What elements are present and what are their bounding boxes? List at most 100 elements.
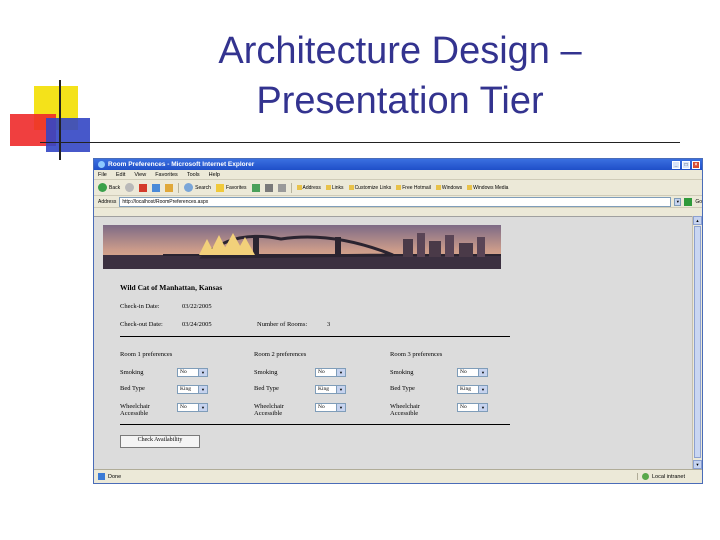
link-icon (435, 185, 441, 190)
favorites-label: Favorites (225, 184, 247, 191)
link-icon (396, 185, 402, 190)
room-2-wheelchair-label: Wheelchair Accessible (254, 403, 284, 417)
link-label: Address (302, 184, 321, 191)
mail-icon[interactable] (264, 183, 273, 192)
status-bar: Done Local intranet (94, 469, 702, 483)
rooms-value: 3 (327, 321, 331, 328)
menu-file[interactable]: File (98, 172, 107, 178)
chevron-down-icon: ▼ (478, 404, 487, 411)
room-2-bed-select[interactable]: King ▼ (315, 385, 346, 394)
home-icon[interactable] (165, 183, 174, 192)
toolbar-separator (178, 182, 180, 193)
window-title: Room Preferences - Microsoft Internet Ex… (108, 161, 255, 168)
room-2-smoking-select[interactable]: No ▼ (315, 368, 346, 377)
menu-edit[interactable]: Edit (116, 172, 125, 178)
select-value: No (318, 404, 325, 410)
page-viewport: Wild Cat of Manhattan, Kansas Check-in D… (94, 216, 694, 470)
checkout-label: Check-out Date: (120, 321, 163, 328)
scroll-up-icon[interactable]: ▲ (693, 216, 702, 225)
room-1-wheelchair-label: Wheelchair Accessible (120, 403, 150, 417)
minimize-button[interactable]: _ (672, 160, 680, 169)
room-3-wheelchair-select[interactable]: No ▼ (457, 403, 488, 412)
chevron-down-icon: ▼ (478, 369, 487, 376)
vertical-scrollbar[interactable]: ▲ ▼ (692, 216, 702, 469)
select-value: No (460, 404, 467, 410)
back-button[interactable]: Back (98, 183, 120, 192)
favorites-star-icon (215, 183, 224, 192)
menu-view[interactable]: View (134, 172, 146, 178)
checkout-value: 03/24/2005 (182, 321, 212, 328)
menu-favorites[interactable]: Favorites (155, 172, 178, 178)
link-item[interactable]: Free Hotmail (396, 185, 431, 191)
room-1-bed-select[interactable]: King ▼ (177, 385, 208, 394)
status-text: Done (108, 473, 122, 480)
search-label: Search (195, 184, 211, 191)
room-3-bed-select[interactable]: King ▼ (457, 385, 488, 394)
scroll-down-icon[interactable]: ▼ (693, 460, 702, 469)
chevron-down-icon[interactable]: ▼ (674, 197, 682, 206)
link-item[interactable]: Address (296, 184, 321, 191)
link-item[interactable]: Links (325, 185, 344, 191)
forward-arrow-icon[interactable] (125, 183, 135, 192)
address-bar: Address http://localhost/RoomPreferences… (94, 196, 702, 208)
browser-titlebar: Room Preferences - Microsoft Internet Ex… (94, 159, 702, 170)
back-arrow-icon (98, 183, 107, 192)
slide-title-underline (40, 142, 680, 143)
room-3-smoking-select[interactable]: No ▼ (457, 368, 488, 377)
toolbar: Back Search Favorites Address Links Cust… (94, 180, 702, 196)
room-1-wheelchair-select[interactable]: No ▼ (177, 403, 208, 412)
slide-decoration-blue (46, 118, 90, 152)
ie-icon (98, 161, 105, 168)
go-button[interactable]: Go (695, 199, 702, 205)
chevron-down-icon: ▼ (336, 386, 345, 393)
room-3-bed-label: Bed Type (390, 385, 415, 392)
link-item[interactable]: Windows (435, 184, 463, 191)
link-icon (296, 185, 302, 190)
favorites-button[interactable]: Favorites (215, 183, 247, 192)
browser-window: Room Preferences - Microsoft Internet Ex… (93, 158, 703, 484)
link-item[interactable]: Windows Media (467, 185, 508, 191)
print-icon[interactable] (277, 183, 286, 192)
chevron-down-icon: ▼ (198, 369, 207, 376)
divider-top (120, 336, 510, 337)
select-value: King (460, 386, 471, 392)
room-1-smoking-select[interactable]: No ▼ (177, 368, 208, 377)
room-3-smoking-label: Smoking (390, 369, 414, 376)
menu-help[interactable]: Help (209, 172, 220, 178)
maximize-button[interactable]: □ (682, 160, 690, 169)
room-2-smoking-label: Smoking (254, 369, 278, 376)
divider-bottom (120, 424, 510, 425)
close-button[interactable]: × (692, 160, 700, 169)
chevron-down-icon: ▼ (478, 386, 487, 393)
checkin-value: 03/22/2005 (182, 303, 212, 310)
go-arrow-icon[interactable] (684, 197, 693, 206)
room-2-heading: Room 2 preferences (254, 351, 307, 358)
address-input[interactable]: http://localhost/RoomPreferences.aspx (119, 196, 672, 207)
room-1-heading: Room 1 preferences (120, 351, 173, 358)
refresh-icon[interactable] (152, 183, 161, 192)
select-value: No (180, 369, 187, 375)
select-value: No (460, 369, 467, 375)
room-1-bed-label: Bed Type (120, 385, 145, 392)
scroll-thumb[interactable] (694, 226, 701, 458)
menu-tools[interactable]: Tools (187, 172, 200, 178)
room-2-wheelchair-select[interactable]: No ▼ (315, 403, 346, 412)
chevron-down-icon: ▼ (198, 386, 207, 393)
slide-title-line-2: Presentation Tier (256, 80, 544, 122)
link-label: Windows (441, 184, 463, 191)
stop-icon[interactable] (139, 183, 148, 192)
room-2-bed-label: Bed Type (254, 385, 279, 392)
link-icon (325, 185, 331, 190)
search-button[interactable]: Search (184, 183, 211, 192)
history-icon[interactable] (251, 183, 260, 192)
page-done-icon (98, 473, 105, 480)
back-label: Back (109, 184, 121, 191)
link-label: Free Hotmail (402, 184, 431, 191)
slide-title-line-1: Architecture Design – (218, 30, 582, 72)
link-icon (348, 185, 354, 190)
security-zone: Local intranet (637, 473, 702, 480)
link-item[interactable]: Customize Links (348, 185, 391, 191)
select-value: King (318, 386, 329, 392)
check-availability-button[interactable]: Check Availability (120, 435, 200, 448)
search-icon (184, 183, 194, 192)
